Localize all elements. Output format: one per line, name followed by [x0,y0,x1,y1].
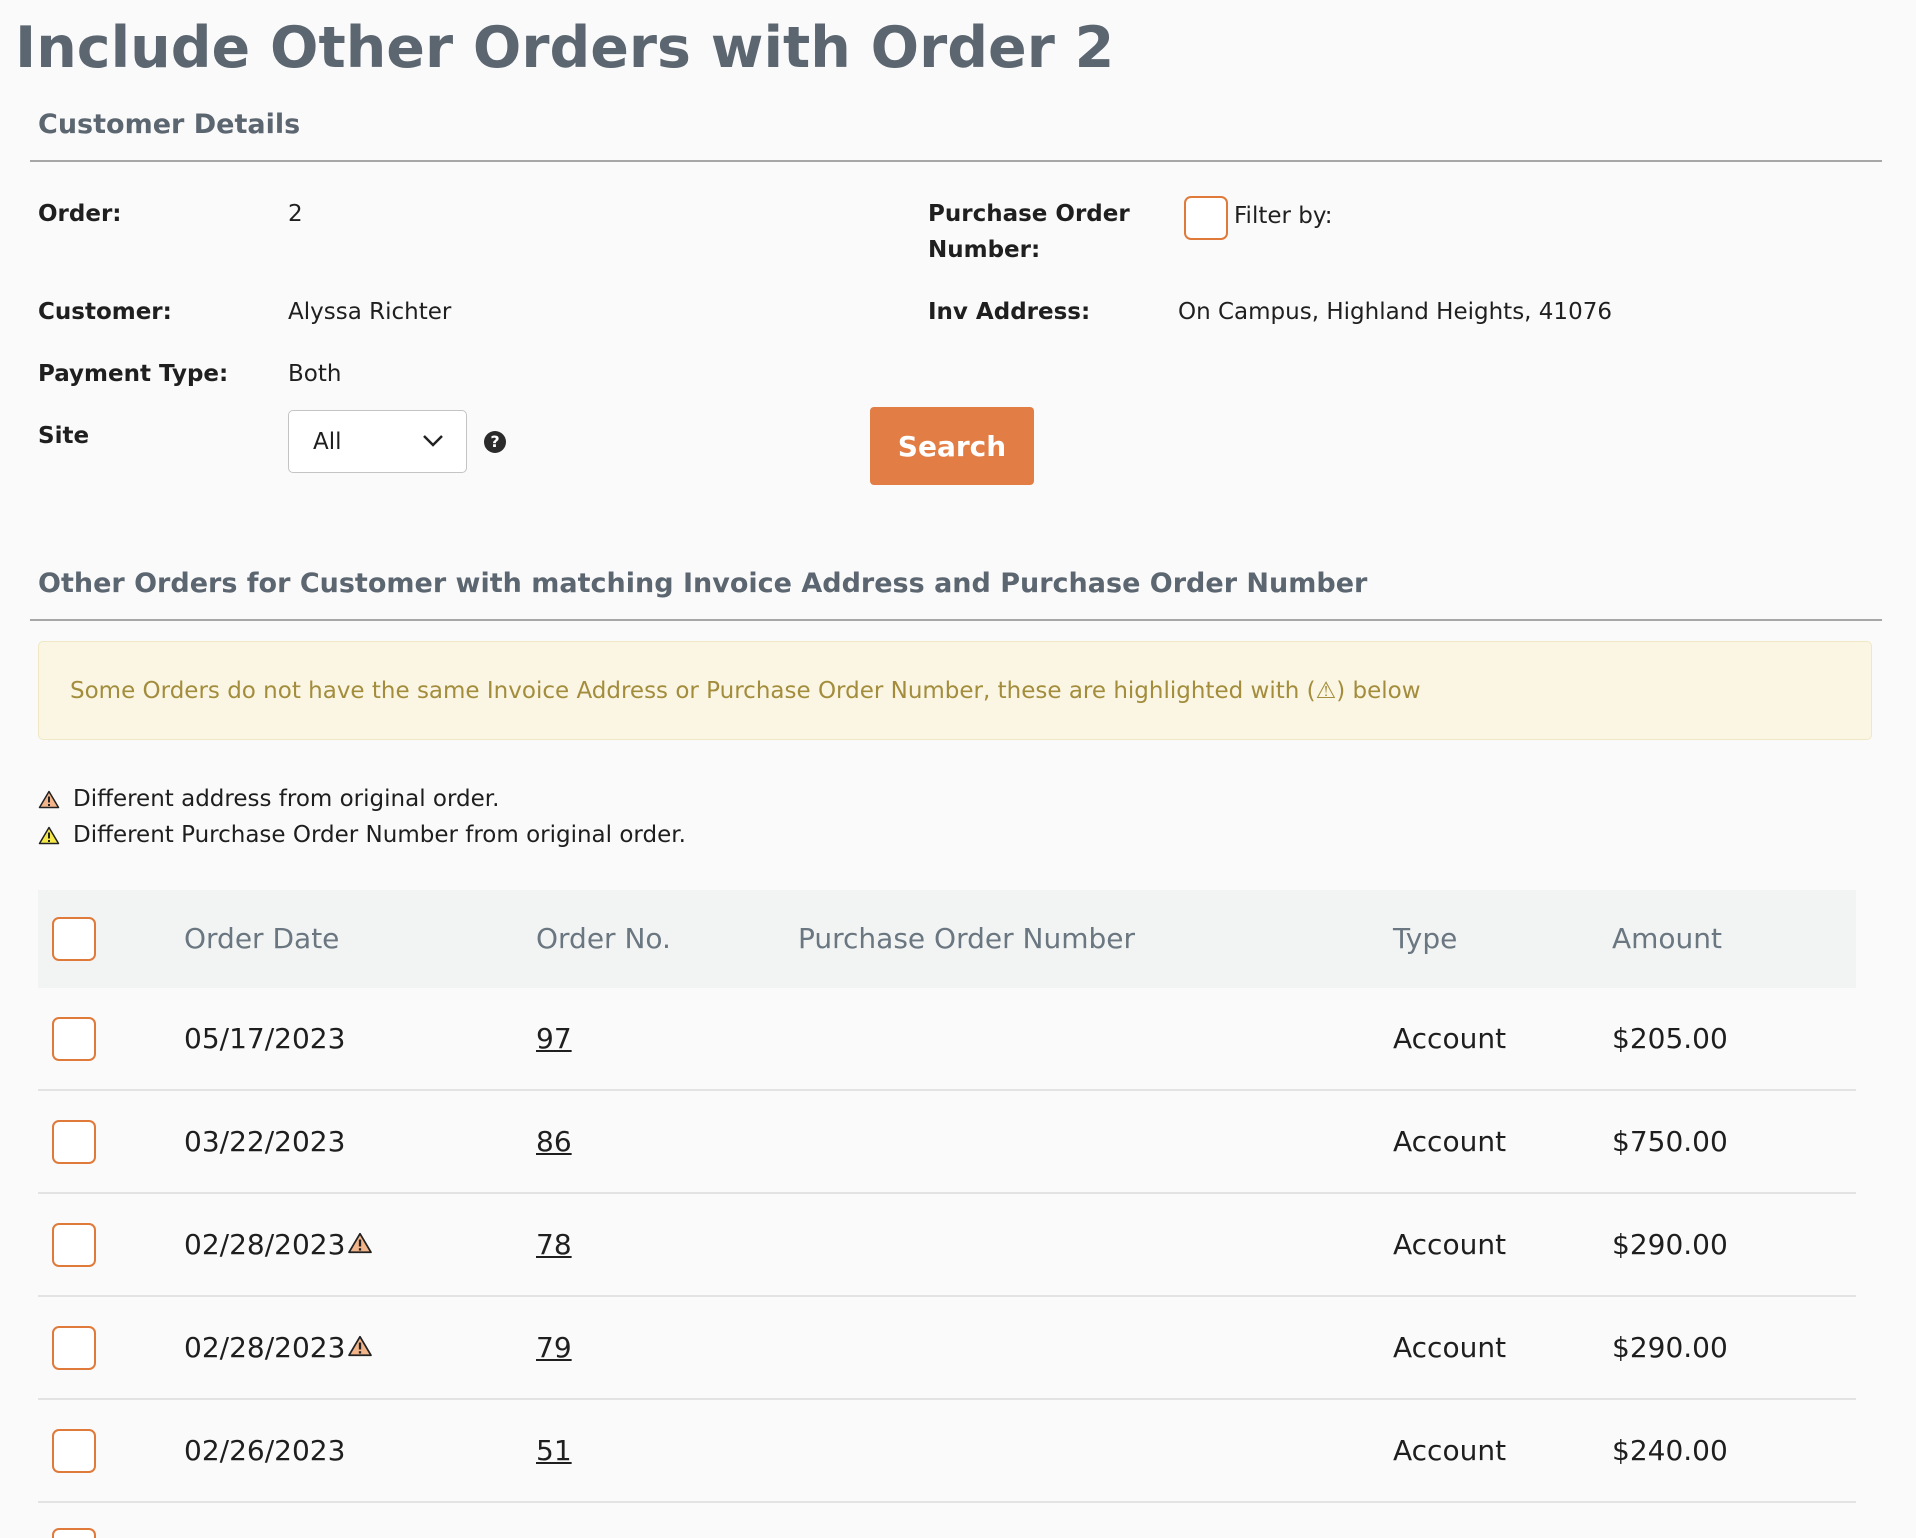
select-all-checkbox[interactable] [52,917,96,961]
row-checkbox[interactable] [52,1120,96,1164]
chevron-down-icon [422,433,444,452]
row-checkbox[interactable] [52,1429,96,1473]
address-warning-icon [348,1335,373,1357]
customer-details-heading: Customer Details [38,109,301,140]
payment-type-label: Payment Type: [38,361,229,387]
order-no: 97 [536,1019,572,1059]
order-link[interactable]: 97 [536,1022,572,1055]
order-no: 79 [536,1328,572,1368]
table-row: 02/26/2023 51 Account $240.00 [38,1400,1856,1503]
column-header-order-date[interactable]: Order Date [184,919,339,959]
page-title: Include Other Orders with Order 2 [15,15,1115,81]
table-row: 02/28/2023 79 Account $290.00 [38,1297,1856,1400]
section-divider [30,160,1882,162]
address-warning-icon [38,790,60,809]
site-select-value: All [313,429,342,455]
order-amount: $290.00 [1612,1331,1728,1364]
order-no: 51 [536,1431,572,1471]
row-checkbox[interactable] [52,1017,96,1061]
address-warning-icon [348,1232,373,1254]
po-filter-checkbox[interactable] [1184,196,1228,240]
order-type: Account [1393,1434,1507,1467]
column-header-type[interactable]: Type [1393,919,1457,959]
customer-value: Alyssa Richter [288,299,452,325]
order-date-text: 02/28/2023 [184,1331,346,1364]
order-type: Account [1393,1125,1507,1158]
payment-type-value: Both [288,361,342,387]
row-checkbox[interactable] [52,1528,96,1538]
table-row-partial [38,1518,1856,1538]
table-header: Order Date Order No. Purchase Order Numb… [38,890,1856,988]
search-button[interactable]: Search [870,407,1034,485]
warning-notice-text: Some Orders do not have the same Invoice… [70,678,1421,704]
order-no: 78 [536,1225,572,1265]
po-warning-icon [38,826,60,845]
row-checkbox[interactable] [52,1223,96,1267]
order-date: 05/17/2023 [184,1019,345,1059]
orders-table: Order Date Order No. Purchase Order Numb… [38,890,1856,1503]
site-select[interactable]: All [288,410,467,473]
order-date-text: 02/26/2023 [184,1434,346,1467]
section-divider [30,619,1882,621]
order-link[interactable]: 86 [536,1125,572,1158]
inv-address-value: On Campus, Highland Heights, 41076 [1178,299,1612,325]
column-header-po-number[interactable]: Purchase Order Number [798,919,1135,959]
inv-address-label: Inv Address: [928,299,1091,325]
order-amount: $750.00 [1612,1125,1728,1158]
order-link[interactable]: 79 [536,1331,572,1364]
other-orders-heading: Other Orders for Customer with matching … [38,568,1368,599]
table-row: 05/17/2023 97 Account $205.00 [38,988,1856,1091]
order-link[interactable]: 51 [536,1434,572,1467]
order-date-text: 05/17/2023 [184,1022,346,1055]
help-icon[interactable]: ? [484,431,506,453]
customer-label: Customer: [38,299,172,325]
order-value: 2 [288,201,303,227]
table-row: 03/22/2023 86 Account $750.00 [38,1091,1856,1194]
order-no: 86 [536,1122,572,1162]
legend-address-text: Different address from original order. [73,786,500,812]
order-date: 02/28/2023 [184,1225,373,1265]
column-header-amount[interactable]: Amount [1612,919,1722,959]
order-date: 02/26/2023 [184,1431,345,1471]
order-amount: $205.00 [1612,1022,1728,1055]
po-filter-label: Filter by: [1234,203,1333,229]
po-number-label: Purchase Order Number: [928,201,1130,263]
order-type: Account [1393,1228,1507,1261]
site-label: Site [38,423,90,449]
order-date-text: 03/22/2023 [184,1125,346,1158]
column-header-order-no[interactable]: Order No. [536,919,671,959]
legend-po-text: Different Purchase Order Number from ori… [73,822,686,848]
order-label: Order: [38,201,122,227]
order-type: Account [1393,1022,1507,1055]
row-checkbox[interactable] [52,1326,96,1370]
order-date: 02/28/2023 [184,1328,373,1368]
order-amount: $290.00 [1612,1228,1728,1261]
order-date: 03/22/2023 [184,1122,345,1162]
order-link[interactable]: 78 [536,1228,572,1261]
table-row: 02/28/2023 78 Account $290.00 [38,1194,1856,1297]
order-date-text: 02/28/2023 [184,1228,346,1261]
warning-notice: Some Orders do not have the same Invoice… [38,641,1872,740]
order-type: Account [1393,1331,1507,1364]
order-amount: $240.00 [1612,1434,1728,1467]
